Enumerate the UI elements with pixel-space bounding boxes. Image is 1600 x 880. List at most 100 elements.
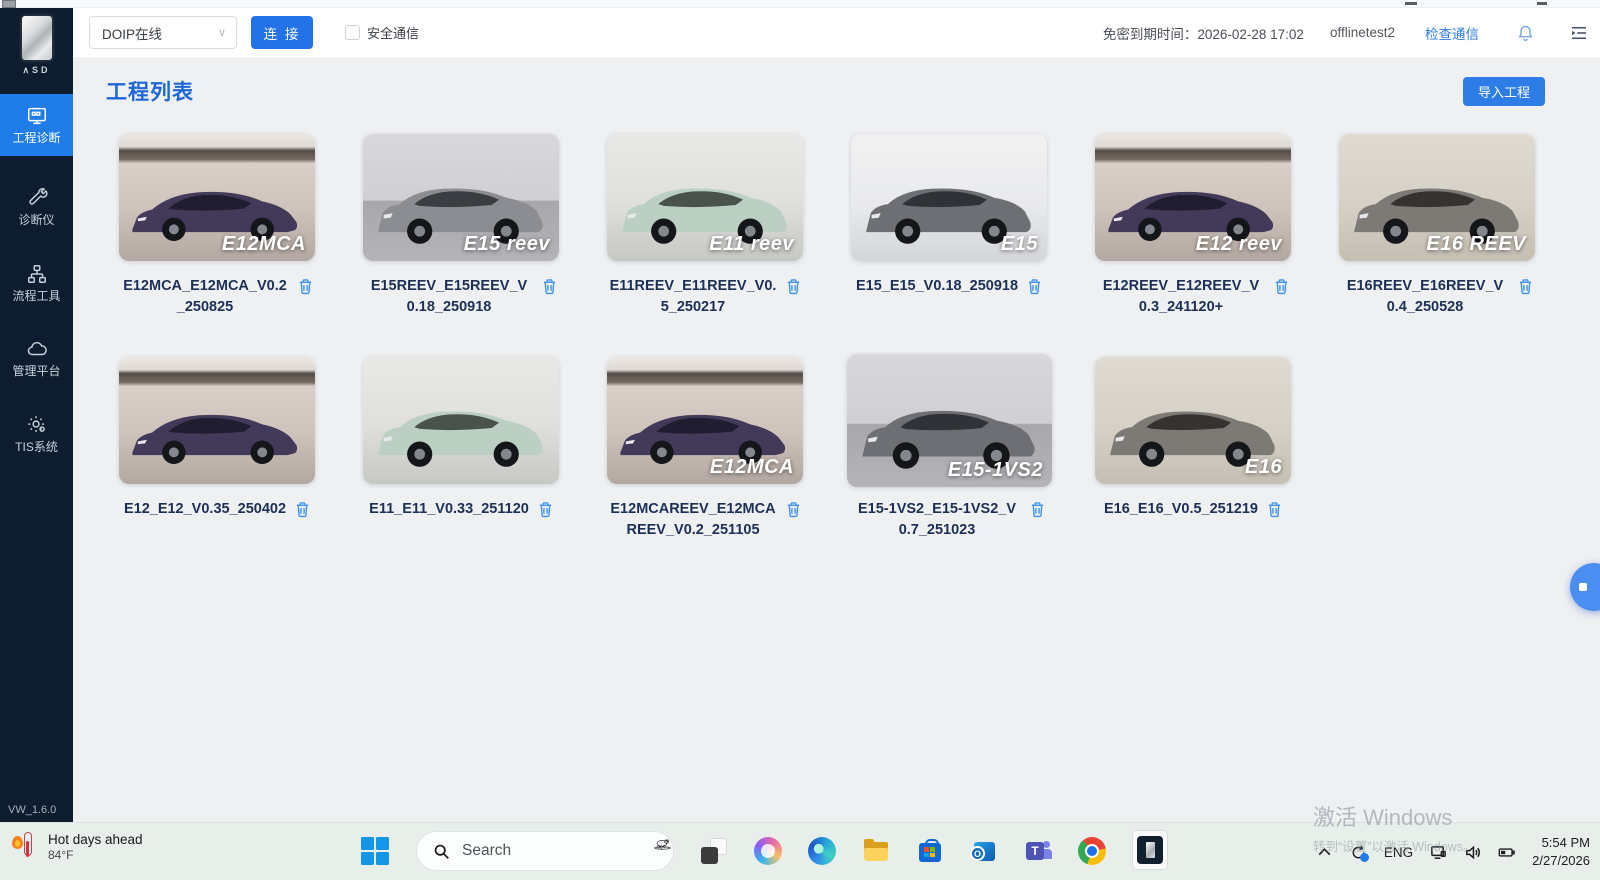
project-card-image[interactable]: E11 reev [607, 134, 803, 261]
system-tray: ENG 5:54 PM 2/27/2026 [1316, 823, 1590, 880]
car-model-overlay-label: E12MCA [710, 456, 794, 479]
delete-project-button[interactable] [1267, 501, 1282, 521]
project-card-image[interactable]: E12MCA [607, 357, 803, 484]
project-name: E11REEV_E11REEV_V0.5_250217 [609, 276, 777, 319]
project-card: E11 reev E11REEV_E11REEV_V0.5_250217 [607, 134, 803, 319]
project-card-image[interactable] [363, 357, 559, 484]
copilot-icon[interactable] [754, 837, 782, 865]
project-card-image[interactable] [119, 357, 315, 484]
search-box[interactable]: Search [416, 831, 674, 871]
connection-mode-value: DOIP在线 [102, 23, 162, 43]
delete-project-button[interactable] [1027, 278, 1042, 298]
wrench-icon [26, 187, 48, 209]
check-communication-link[interactable]: 检查通信 [1425, 23, 1479, 43]
sidebar-item-flow-tools[interactable]: 流程工具 [0, 252, 73, 314]
car-model-overlay-label: E15 reev [464, 233, 550, 256]
car-model-overlay-label: E16 REEV [1426, 233, 1526, 256]
sidebar-item-label: TIS系统 [15, 441, 58, 455]
language-indicator[interactable]: ENG [1384, 845, 1413, 860]
cloud-icon [26, 338, 48, 360]
clock[interactable]: 5:54 PM 2/27/2026 [1532, 834, 1590, 869]
project-card: E12MCA E12MCA_E12MCA_V0.2_250825 [119, 134, 315, 319]
weather-widget[interactable]: Hot days ahead 84°F [12, 830, 143, 864]
delete-project-button[interactable] [298, 278, 313, 298]
trash-icon [1030, 501, 1045, 518]
connection-mode-select[interactable]: DOIP在线 ∨ [89, 16, 237, 49]
project-name: E12REEV_E12REEV_V0.3_241120+ [1097, 276, 1265, 319]
secure-comm-checkbox[interactable] [345, 25, 360, 40]
project-card-image[interactable]: E12 reev [1095, 134, 1291, 261]
maximize-control-mark[interactable] [1537, 2, 1547, 5]
task-view-icon[interactable] [700, 837, 728, 865]
window-icon [2, 0, 16, 8]
trash-icon [786, 278, 801, 295]
volume-icon[interactable] [1464, 844, 1481, 861]
car-model-overlay-label: E12MCA [222, 233, 306, 256]
diagnostic-monitor-icon [26, 105, 48, 127]
flow-tool-icon [26, 263, 48, 285]
sidebar-item-label: 流程工具 [12, 290, 60, 304]
outlook-icon[interactable]: O [970, 837, 998, 865]
trash-icon [1267, 501, 1282, 518]
delete-project-button[interactable] [538, 501, 553, 521]
weather-hot-icon [12, 830, 38, 864]
project-card-image[interactable]: E12MCA [119, 134, 315, 261]
logo-badge-icon [22, 16, 52, 60]
sidebar-item-project-diagnosis[interactable]: 工程诊断 [0, 94, 73, 156]
edge-browser-icon[interactable] [808, 837, 836, 865]
project-card: E16 E16_E16_V0.5_251219 [1095, 357, 1291, 542]
car-model-overlay-label: E16 [1245, 456, 1282, 479]
start-button[interactable] [360, 836, 390, 866]
network-ethernet-icon[interactable] [1430, 844, 1447, 861]
asd-app-taskbar-icon-active[interactable] [1132, 830, 1168, 870]
main-header: 工程列表 导入工程 [73, 58, 1600, 106]
gear-icon [26, 414, 48, 436]
project-grid: E12MCA E12MCA_E12MCA_V0.2_250825 [73, 106, 1600, 542]
delete-project-button[interactable] [786, 501, 801, 521]
project-card-image[interactable]: E15-1VS2 [847, 354, 1052, 487]
tray-chevron-up-icon[interactable] [1316, 844, 1333, 861]
project-name: E12MCAREEV_E12MCAREEV_V0.2_251105 [609, 499, 777, 542]
weather-temperature: 84°F [48, 848, 143, 862]
project-card: E11_E11_V0.33_251120 [363, 357, 559, 542]
project-name: E12_E12_V0.35_250402 [124, 499, 286, 520]
project-card-image[interactable]: E16 [1095, 357, 1291, 484]
car-image-sedan [127, 383, 307, 482]
delete-project-button[interactable] [1518, 278, 1533, 298]
car-model-overlay-label: E15 [1001, 233, 1038, 256]
connect-button[interactable]: 连 接 [251, 16, 313, 49]
notification-bell-icon[interactable] [1517, 24, 1534, 42]
delete-project-button[interactable] [542, 278, 557, 298]
delete-project-button[interactable] [1274, 278, 1289, 298]
project-card-image[interactable]: E15 reev [363, 134, 559, 261]
weather-headline: Hot days ahead [48, 832, 143, 847]
microsoft-store-icon[interactable] [916, 837, 944, 865]
trash-icon [295, 501, 310, 518]
collapse-menu-icon[interactable] [1570, 26, 1588, 40]
window-title-strip [0, 0, 1600, 8]
chrome-icon[interactable] [1078, 837, 1106, 865]
taskbar-center: Search O T [360, 831, 1168, 871]
project-card: E12_E12_V0.35_250402 [119, 357, 315, 542]
import-project-button[interactable]: 导入工程 [1463, 77, 1545, 106]
teams-icon[interactable]: T [1024, 837, 1052, 865]
trash-icon [786, 501, 801, 518]
file-explorer-icon[interactable] [862, 837, 890, 865]
sidebar-item-label: 管理平台 [12, 365, 60, 379]
sidebar-item-management-platform[interactable]: 管理平台 [0, 327, 73, 389]
project-card-image[interactable]: E16 REEV [1339, 134, 1535, 261]
delete-project-button[interactable] [295, 501, 310, 521]
battery-icon[interactable] [1498, 844, 1515, 861]
trash-icon [542, 278, 557, 295]
project-card-image[interactable]: E15 [851, 134, 1047, 261]
minimize-control-mark[interactable] [1405, 2, 1417, 5]
username: offlinetest2 [1330, 25, 1395, 40]
sidebar-item-tis-system[interactable]: TIS系统 [0, 403, 73, 465]
topbar: DOIP在线 ∨ 连 接 安全通信 免密到期时间：2026-02-28 17:0… [73, 8, 1600, 58]
delete-project-button[interactable] [1030, 501, 1045, 521]
trash-icon [1274, 278, 1289, 295]
delete-project-button[interactable] [786, 278, 801, 298]
chevron-down-icon: ∨ [218, 26, 226, 39]
sidebar-item-diagnostic-tool[interactable]: 诊断仪 [0, 176, 73, 238]
sync-status-icon[interactable] [1350, 844, 1367, 861]
